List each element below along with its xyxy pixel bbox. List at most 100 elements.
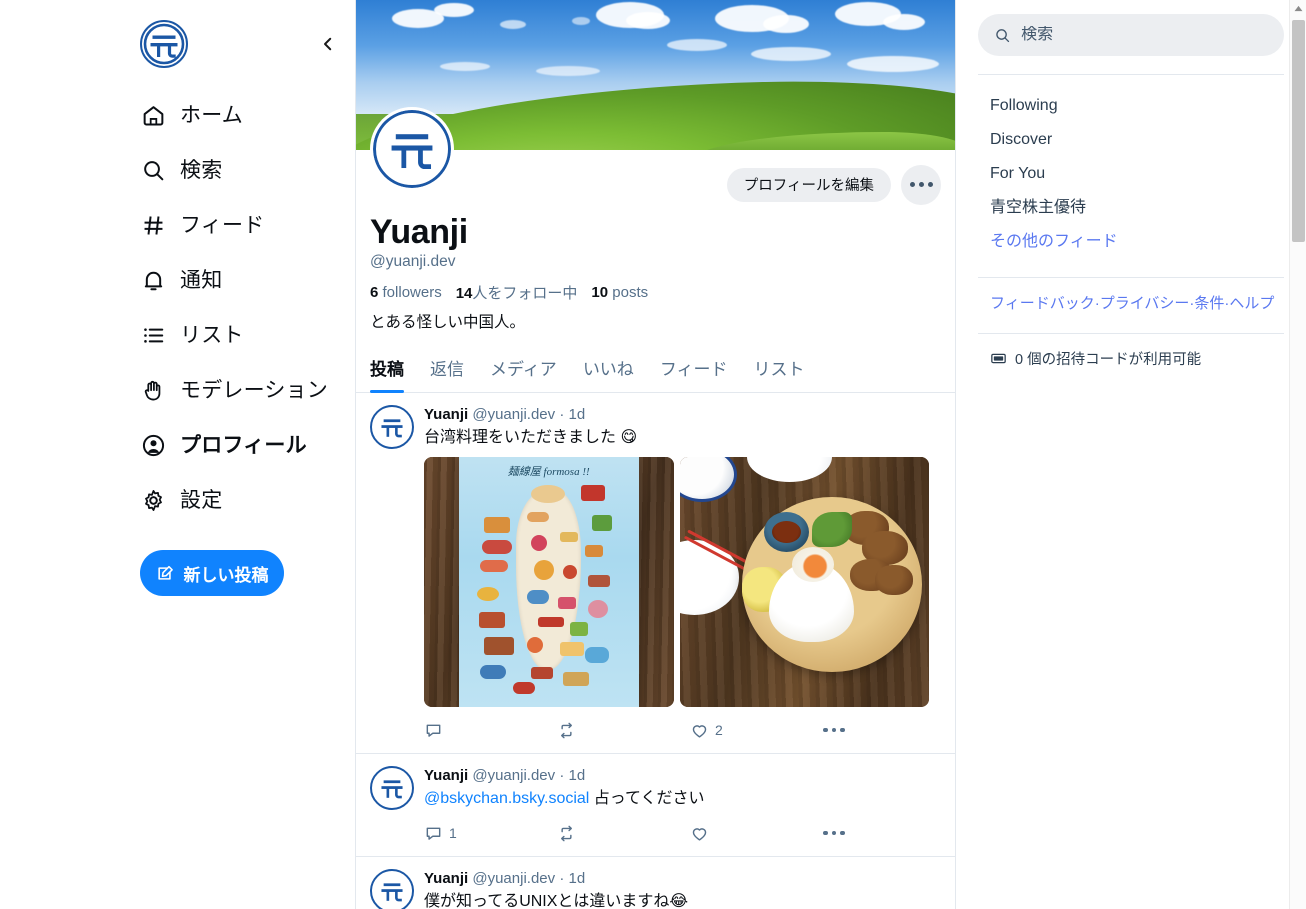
invite-codes-row[interactable]: 0 個の招待コードが利用可能 [978,348,1284,369]
search-icon [996,28,1010,42]
sidebar-item-label: リスト [180,323,244,347]
search-input[interactable] [1021,26,1268,44]
collapse-sidebar-button[interactable] [312,28,344,60]
brand-row [140,14,350,74]
post-author-name[interactable]: Yuanji [424,870,468,887]
profile-more-button[interactable] [901,164,941,205]
footer-link-help[interactable]: ヘルプ [1229,295,1274,312]
post-image-taiwan-food-map[interactable]: 麺線屋 formosa !! [424,457,674,707]
cloud-icon [667,39,728,51]
reply-icon [426,724,441,737]
scrollbar-thumb[interactable] [1292,20,1305,242]
scrollbar-up-arrow[interactable] [1290,0,1306,17]
tab-replies[interactable]: 返信 [417,347,477,392]
feed-link-discover[interactable]: Discover [978,123,1284,157]
home-icon [140,103,166,129]
post-item[interactable]: Yuanji @yuanji.dev · 1d 僕が知ってるUNIXとは違います… [356,857,955,909]
footer-links: フィードバック·プライバシー·条件·ヘルプ [978,292,1284,315]
post-author-avatar[interactable] [370,405,414,449]
right-sidebar: Following Discover For You 青空株主優待 その他のフィ… [956,0,1306,909]
cloud-icon [535,66,600,76]
page-scrollbar[interactable] [1289,0,1306,909]
meta-separator: · [559,406,565,423]
post-actions: 1 [424,818,845,848]
post-author-handle[interactable]: @yuanji.dev [472,870,555,887]
post-meta: Yuanji @yuanji.dev · 1d [424,869,941,889]
like-button[interactable]: 2 [690,721,823,740]
posts-stat: 10 posts [591,284,648,301]
tab-lists[interactable]: リスト [740,347,817,392]
hashtag-icon [140,213,166,239]
reply-button[interactable] [424,721,557,740]
sidebar-item-label: 設定 [180,488,223,512]
sidebar-item-search[interactable]: 検索 [140,143,350,198]
sidebar-item-settings[interactable]: 設定 [140,473,350,528]
following-stat[interactable]: 14人をフォロー中 [456,282,578,303]
sidebar-item-home[interactable]: ホーム [140,88,350,143]
followers-stat[interactable]: 6 followers [370,284,442,301]
profile-bio: とある怪しい中国人。 [370,314,526,331]
post-meta: Yuanji @yuanji.dev · 1d [424,405,941,425]
post-item[interactable]: Yuanji @yuanji.dev · 1d @bskychan.bsky.s… [356,754,955,857]
ellipsis-icon [823,830,845,836]
sidebar-item-profile[interactable]: プロフィール [140,418,350,473]
repost-icon [561,722,572,738]
following-count: 14 [455,285,473,302]
like-button[interactable] [690,824,823,843]
new-post-button[interactable]: 新しい投稿 [140,550,284,596]
post-author-handle[interactable]: @yuanji.dev [472,406,555,423]
bell-icon [140,268,166,294]
heart-icon [692,724,707,738]
yuanji-avatar-icon [381,780,403,799]
repost-button[interactable] [557,824,690,843]
footer-link-feedback[interactable]: フィードバック [990,295,1095,312]
invite-codes-text: 0 個の招待コードが利用可能 [1015,352,1202,368]
sidebar-item-lists[interactable]: リスト [140,308,350,363]
ticket-icon [991,353,1006,364]
sidebar-item-label: ホーム [180,103,243,127]
profile-handle: @yuanji.dev [370,253,456,270]
post-item[interactable]: Yuanji @yuanji.dev · 1d 台湾料理をいただきました 😋 麺… [356,393,955,754]
posts-count: 10 [591,284,609,301]
meta-separator: · [559,767,565,784]
sidebar-item-moderation[interactable]: モデレーション [140,363,350,418]
tab-posts[interactable]: 投稿 [370,347,417,393]
repost-button[interactable] [557,721,690,740]
sidebar-divider [978,277,1284,278]
sidebar-item-feeds[interactable]: フィード [140,198,350,253]
account-logo-avatar[interactable] [140,20,188,68]
feed-link-aozora-kabunushi-yutai[interactable]: 青空株主優待 [978,191,1284,225]
feed-link-more-feeds[interactable]: その他のフィード [978,225,1284,259]
reply-button[interactable]: 1 [424,824,557,843]
chevron-left-icon [324,37,332,51]
edit-profile-button[interactable]: プロフィールを編集 [726,167,891,202]
mention-link[interactable]: @bskychan.bsky.social [424,790,589,807]
post-author-handle[interactable]: @yuanji.dev [472,767,555,784]
post-image-braised-pork-rice[interactable] [679,457,929,707]
sidebar-item-notifications[interactable]: 通知 [140,253,350,308]
feed-link-for-you[interactable]: For You [978,157,1284,191]
profile-avatar[interactable] [370,107,454,191]
post-author-name[interactable]: Yuanji [424,767,468,784]
post-meta: Yuanji @yuanji.dev · 1d [424,766,941,786]
post-timestamp: 1d [568,767,586,784]
profile-stats: 6 followers 14人をフォロー中 10 posts [370,282,941,303]
tab-likes[interactable]: いいね [570,347,647,392]
footer-link-privacy[interactable]: プライバシー [1100,295,1190,312]
cloud-icon [439,61,490,71]
profile-main-column: プロフィールを編集 Yuanji @yuanji.dev 6 followers… [355,0,956,909]
post-text: 僕が知ってるUNIXとは違いますね😂 [424,893,689,909]
tab-feeds[interactable]: フィード [647,347,741,392]
post-author-avatar[interactable] [370,869,414,909]
post-author-avatar[interactable] [370,766,414,810]
feed-link-following[interactable]: Following [978,89,1284,123]
tab-media[interactable]: メディア [477,347,570,392]
search-box[interactable] [978,14,1284,56]
footer-link-terms[interactable]: 条件 [1194,295,1224,312]
post-more-button[interactable] [823,830,845,836]
followers-label: followers [382,284,442,301]
followers-count: 6 [370,284,379,301]
post-more-button[interactable] [823,727,845,733]
like-count: 2 [715,722,723,738]
post-author-name[interactable]: Yuanji [424,406,468,423]
